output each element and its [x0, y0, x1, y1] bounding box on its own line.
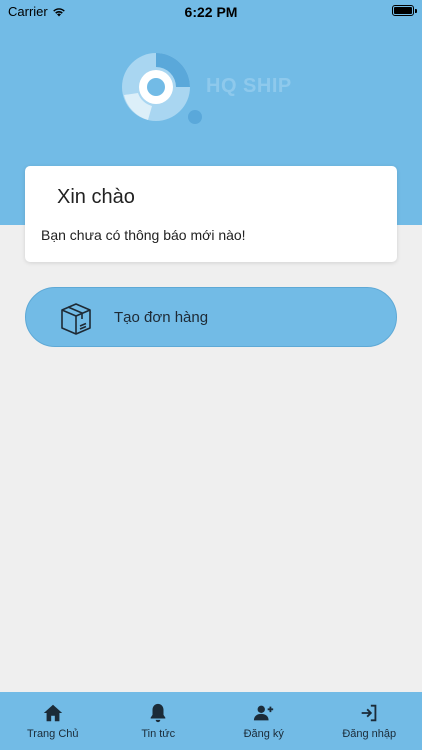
- status-time: 6:22 PM: [184, 4, 238, 20]
- status-bar: Carrier 6:22 PM: [0, 0, 422, 24]
- greeting-card: Xin chào Bạn chưa có thông báo mới nào!: [25, 166, 397, 262]
- bell-icon: [150, 703, 166, 723]
- login-icon: [361, 704, 377, 722]
- tab-home-label: Trang Chủ: [26, 728, 79, 740]
- tab-news-label: Tin tức: [141, 728, 176, 740]
- battery-icon: [392, 5, 417, 16]
- greeting-title: Xin chào: [57, 186, 135, 208]
- notification-message: Bạn chưa có thông báo mới nào!: [41, 227, 246, 243]
- home-icon: [43, 704, 62, 722]
- tab-news[interactable]: Tin tức: [106, 692, 212, 750]
- tab-login-label: Đăng nhập: [342, 728, 397, 740]
- tab-home[interactable]: Trang Chủ: [0, 692, 106, 750]
- battery-fill: [394, 7, 412, 14]
- add-user-icon: [253, 705, 273, 721]
- package-icon: [61, 303, 91, 335]
- create-order-label: Tạo đơn hàng: [114, 309, 209, 326]
- tab-login[interactable]: Đăng nhập: [317, 692, 422, 750]
- bottom-tab-bar: Trang Chủ Tin tức Đăng ký Đăng nhập: [0, 692, 422, 750]
- create-order-button[interactable]: Tạo đơn hàng: [25, 287, 397, 347]
- brand-name: HQ SHIP: [206, 75, 292, 97]
- tab-register-label: Đăng ký: [243, 728, 284, 740]
- tab-register[interactable]: Đăng ký: [211, 692, 317, 750]
